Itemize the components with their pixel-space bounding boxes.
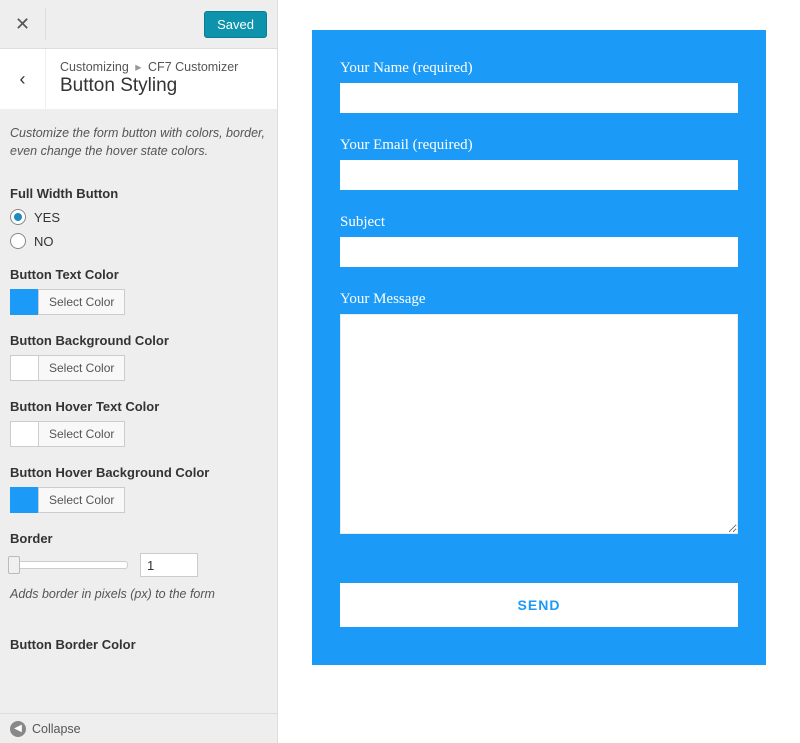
panel-description: Customize the form button with colors, b…: [10, 124, 267, 160]
name-label: Your Name (required): [340, 60, 738, 77]
color-picker-bg: Select Color: [10, 355, 267, 381]
border-value-input[interactable]: [140, 553, 198, 577]
label-text-color: Button Text Color: [10, 267, 267, 282]
collapse-icon: ◀: [10, 721, 26, 737]
radio-yes[interactable]: YES: [10, 209, 267, 225]
contact-form: Your Name (required) Your Email (require…: [312, 30, 766, 665]
preview-pane: Your Name (required) Your Email (require…: [278, 0, 800, 743]
save-button[interactable]: Saved: [204, 11, 267, 38]
subject-label: Subject: [340, 214, 738, 231]
label-hover-text-color: Button Hover Text Color: [10, 399, 267, 414]
close-button[interactable]: ✕: [0, 8, 46, 40]
collapse-button[interactable]: ◀ Collapse: [0, 713, 277, 743]
back-button[interactable]: ‹: [0, 49, 46, 109]
email-label: Your Email (required): [340, 137, 738, 154]
label-full-width: Full Width Button: [10, 186, 267, 201]
collapse-label: Collapse: [32, 722, 81, 736]
breadcrumb: Customizing ▸ CF7 Customizer: [60, 59, 238, 74]
label-border-color-truncated: Button Border Color: [10, 637, 267, 652]
panel-header: ‹ Customizing ▸ CF7 Customizer Button St…: [0, 49, 277, 110]
radio-icon: [10, 209, 26, 225]
color-picker-text: Select Color: [10, 289, 267, 315]
panel-body[interactable]: Customize the form button with colors, b…: [0, 110, 277, 743]
color-swatch[interactable]: [10, 421, 38, 447]
subject-input[interactable]: [340, 237, 738, 267]
close-icon: ✕: [15, 14, 30, 35]
breadcrumb-separator-icon: ▸: [132, 60, 144, 74]
label-bg-color: Button Background Color: [10, 333, 267, 348]
color-picker-hover-text: Select Color: [10, 421, 267, 447]
message-textarea[interactable]: [340, 314, 738, 534]
page-title: Button Styling: [60, 75, 238, 97]
radio-icon: [10, 233, 26, 249]
message-label: Your Message: [340, 291, 738, 308]
color-swatch[interactable]: [10, 355, 38, 381]
name-input[interactable]: [340, 83, 738, 113]
breadcrumb-section: CF7 Customizer: [148, 60, 238, 74]
select-color-button[interactable]: Select Color: [38, 421, 125, 447]
select-color-button[interactable]: Select Color: [38, 487, 125, 513]
send-button[interactable]: SEND: [340, 583, 738, 627]
radio-no[interactable]: NO: [10, 233, 267, 249]
breadcrumb-root: Customizing: [60, 60, 129, 74]
label-border: Border: [10, 531, 267, 546]
chevron-left-icon: ‹: [20, 69, 26, 90]
customizer-sidebar: ✕ Saved ‹ Customizing ▸ CF7 Customizer B…: [0, 0, 278, 743]
border-slider[interactable]: [10, 561, 128, 569]
radio-yes-label: YES: [34, 210, 60, 225]
label-hover-bg-color: Button Hover Background Color: [10, 465, 267, 480]
select-color-button[interactable]: Select Color: [38, 355, 125, 381]
color-picker-hover-bg: Select Color: [10, 487, 267, 513]
email-input[interactable]: [340, 160, 738, 190]
color-swatch[interactable]: [10, 487, 38, 513]
slider-handle[interactable]: [8, 556, 20, 574]
radio-no-label: NO: [34, 234, 54, 249]
customizer-topbar: ✕ Saved: [0, 0, 277, 49]
color-swatch[interactable]: [10, 289, 38, 315]
border-help-text: Adds border in pixels (px) to the form: [10, 587, 267, 601]
select-color-button[interactable]: Select Color: [38, 289, 125, 315]
